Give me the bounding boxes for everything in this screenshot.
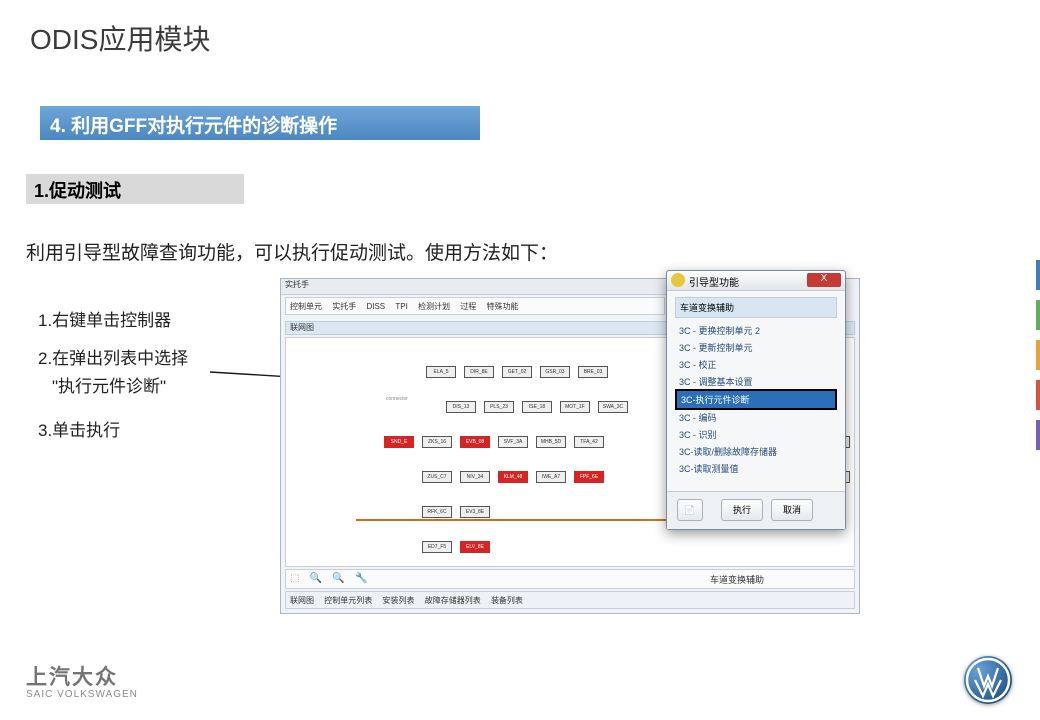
bottab-equip-list[interactable]: 装备列表	[491, 595, 523, 606]
bottab-dtc-list[interactable]: 故障存储器列表	[425, 595, 481, 606]
menu-item-coding[interactable]: 3C - 编码	[675, 409, 837, 426]
edge-green	[1036, 300, 1040, 330]
node-evb[interactable]: EVB_08	[460, 436, 490, 448]
node-klm[interactable]: KLM_48	[498, 471, 528, 483]
dialog-title: 引导型功能	[689, 274, 739, 289]
tab-order[interactable]: 实托手	[332, 301, 356, 312]
wrench-icon[interactable]: 🔧	[355, 573, 367, 584]
dialog-icon	[671, 273, 685, 287]
node-svf[interactable]: SVF_3A	[498, 436, 528, 448]
brand-footer: 上汽大众 SAIC VOLKSWAGEN	[26, 666, 138, 700]
greybar-left: 实托手	[285, 280, 309, 289]
bottab-cu-list[interactable]: 控制单元列表	[324, 595, 372, 606]
zoom-out-icon[interactable]: 🔍	[332, 573, 344, 584]
node-zus[interactable]: ZUS_C7	[422, 471, 452, 483]
section-banner: 4. 利用GFF对执行元件的诊断操作	[40, 106, 480, 140]
step-2: 2.在弹出列表中选择	[38, 344, 188, 369]
step-2b: "执行元件诊断"	[52, 372, 166, 397]
node-snd[interactable]: SND_E	[384, 436, 414, 448]
toolbar-text: 车道变换辅助	[710, 573, 764, 586]
node-rfk[interactable]: RFK_6C	[422, 506, 452, 518]
edge-blue	[1036, 260, 1040, 290]
node-niv[interactable]: NIV_34	[460, 471, 490, 483]
node-fpf[interactable]: FPF_6E	[574, 471, 604, 483]
menu-item-identify[interactable]: 3C - 识别	[675, 426, 837, 443]
node-tfa[interactable]: TFA_42	[574, 436, 604, 448]
tabs-bottom: 联网图 控制单元列表 安装列表 故障存储器列表 装备列表	[285, 591, 855, 609]
node-swa[interactable]: SWA_3C	[598, 401, 628, 413]
node-ed7[interactable]: ED7_F5	[422, 541, 452, 553]
node-bre[interactable]: BRE_03	[578, 366, 608, 378]
dialog-header: 车道变换辅助	[675, 297, 837, 318]
menu-item-update[interactable]: 3C - 更新控制单元	[675, 339, 837, 356]
edge-purple	[1036, 420, 1040, 450]
dialog-titlebar[interactable]: 引导型功能 X	[667, 271, 845, 291]
menu-item-basicset[interactable]: 3C - 调整基本设置	[675, 373, 837, 390]
tab-process[interactable]: 过程	[460, 301, 476, 312]
menu-item-read-clear-dtc[interactable]: 3C-读取/删除故障存储器	[675, 443, 837, 460]
step-3: 3.单击执行	[38, 416, 120, 441]
zoom-in-icon[interactable]: 🔍	[310, 573, 322, 584]
menu-item-replace2[interactable]: 3C - 更换控制单元 2	[675, 322, 837, 339]
node-pls[interactable]: PLS_23	[484, 401, 514, 413]
tab-testplan[interactable]: 检测计划	[418, 301, 450, 312]
node-dis[interactable]: DIS_13	[446, 401, 476, 413]
connector-label: connector	[386, 396, 408, 402]
dialog-doc-button[interactable]: 📄	[677, 499, 703, 521]
node-ela[interactable]: ELA_5	[426, 366, 456, 378]
node-ise[interactable]: ISE_18	[522, 401, 552, 413]
node-get[interactable]: GET_02	[502, 366, 532, 378]
brand-cn: 上汽大众	[26, 666, 138, 689]
tab-diss[interactable]: DISS	[366, 302, 385, 311]
edge-red	[1036, 380, 1040, 410]
node-gsr[interactable]: GSR_03	[540, 366, 570, 378]
bottab-install-list[interactable]: 安装列表	[382, 595, 414, 606]
vw-logo	[964, 656, 1012, 704]
tab-tpi[interactable]: TPI	[395, 302, 407, 311]
edge-orange	[1036, 340, 1040, 370]
node-dir[interactable]: DIR_8E	[464, 366, 494, 378]
menu-item-calibrate[interactable]: 3C - 校正	[675, 356, 837, 373]
slide-title: ODIS应用模块	[30, 18, 210, 58]
document-icon: 📄	[684, 505, 695, 515]
close-button[interactable]: X	[807, 273, 841, 287]
node-mot[interactable]: MOT_1F	[560, 401, 590, 413]
menu-item-actuator-diag[interactable]: 3C-执行元件诊断	[675, 389, 837, 410]
brand-en: SAIC VOLKSWAGEN	[26, 689, 138, 700]
tab-control-unit[interactable]: 控制单元	[290, 301, 322, 312]
cancel-button[interactable]: 取消	[771, 499, 813, 521]
tab-special[interactable]: 特殊功能	[487, 301, 519, 312]
diagram-toolbar: ⬚ 🔍 🔍 🔧 车道变换辅助	[285, 569, 855, 589]
node-mhb[interactable]: MHB_5D	[536, 436, 566, 448]
step-1: 1.右键单击控制器	[38, 306, 171, 331]
zoom-fit-icon[interactable]: ⬚	[290, 573, 299, 584]
intro-text: 利用引导型故障查询功能，可以执行促动测试。使用方法如下：	[26, 238, 558, 265]
node-zks[interactable]: ZKS_16	[422, 436, 452, 448]
node-elv[interactable]: ELV_8E	[460, 541, 490, 553]
bottab-network[interactable]: 联网图	[290, 595, 314, 606]
run-button[interactable]: 执行	[721, 499, 763, 521]
tabs-top: 控制单元 实托手 DISS TPI 检测计划 过程 特殊功能	[285, 297, 665, 315]
context-dialog: 引导型功能 X 车道变换辅助 3C - 更换控制单元 2 3C - 更新控制单元…	[666, 270, 846, 530]
menu-item-read-measure[interactable]: 3C-读取测量值	[675, 460, 837, 477]
subsection-banner: 1.促动测试	[26, 174, 244, 204]
node-ev3[interactable]: EV3_8E	[460, 506, 490, 518]
node-iwe[interactable]: IWE_A7	[536, 471, 566, 483]
